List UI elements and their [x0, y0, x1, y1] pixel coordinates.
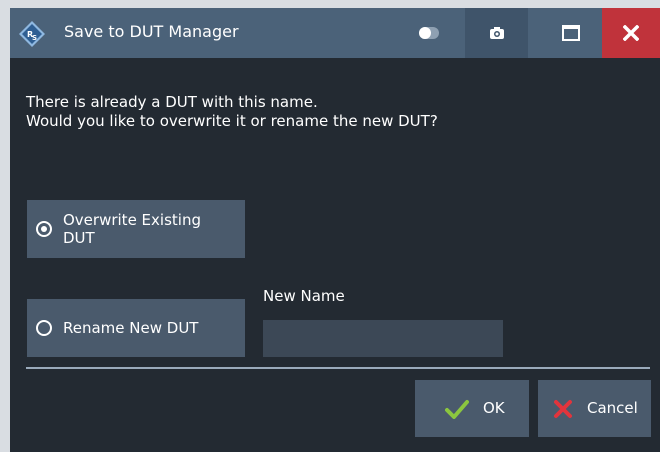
close-button[interactable] [602, 8, 660, 58]
message-line-1: There is already a DUT with this name. [26, 93, 318, 111]
window-title: Save to DUT Manager [64, 22, 239, 41]
message-line-2: Would you like to overwrite it or rename… [26, 112, 438, 130]
screenshot-button[interactable] [465, 8, 528, 58]
close-icon [623, 25, 639, 41]
ok-label: OK [483, 399, 505, 417]
rename-new-option[interactable]: Rename New DUT [27, 299, 245, 357]
cancel-label: Cancel [587, 399, 638, 417]
overwrite-option-label: Overwrite Existing DUT [63, 211, 201, 247]
new-name-label: New Name [263, 287, 345, 305]
svg-text:S: S [32, 34, 37, 42]
title-bar: R S Save to DUT Manager [10, 8, 660, 58]
new-name-input[interactable] [263, 320, 503, 357]
ok-button[interactable]: OK [415, 380, 529, 437]
radio-selected-icon [36, 221, 52, 237]
camera-icon [489, 27, 504, 39]
radio-unselected-icon [36, 320, 52, 336]
separator [26, 367, 650, 369]
toggle-icon[interactable] [405, 8, 453, 58]
app-logo-icon: R S [19, 21, 45, 47]
cancel-x-icon [554, 400, 572, 418]
cancel-button[interactable]: Cancel [538, 380, 651, 437]
maximize-button[interactable] [539, 8, 602, 58]
maximize-icon [561, 25, 580, 41]
message-text: There is already a DUT with this name. W… [26, 93, 438, 131]
rename-option-label: Rename New DUT [63, 319, 199, 337]
overwrite-existing-option[interactable]: Overwrite Existing DUT [27, 200, 245, 258]
check-icon [445, 400, 469, 419]
save-to-dut-dialog: R S Save to DUT Manager There is already… [10, 8, 660, 452]
